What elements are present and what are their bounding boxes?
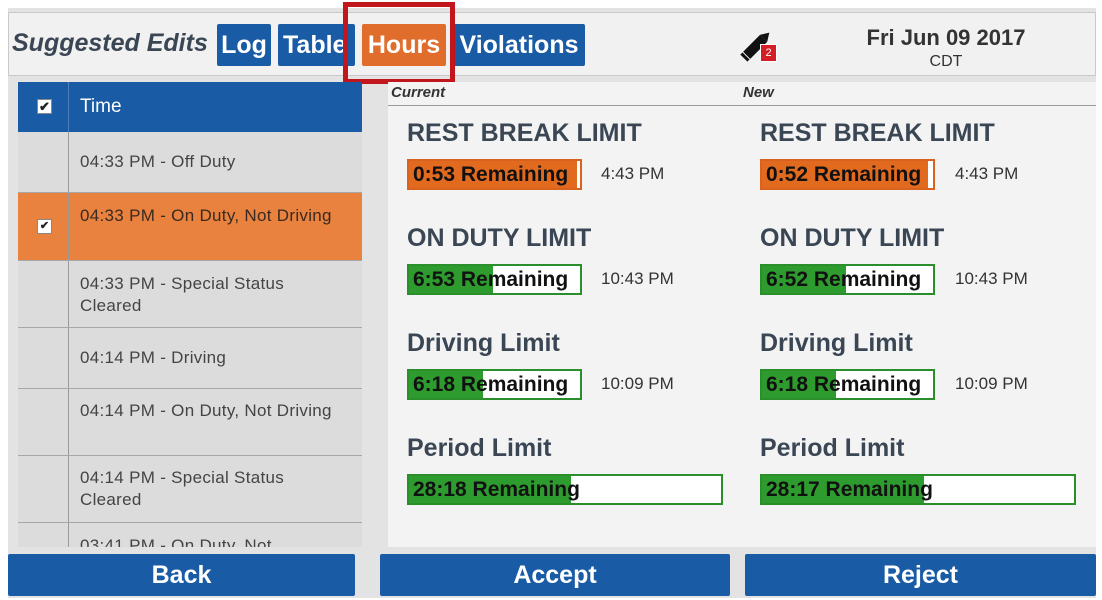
row-divider bbox=[68, 456, 69, 522]
limit-time: 10:43 PM bbox=[955, 269, 1028, 288]
list-item[interactable]: 04:14 PM - Driving bbox=[18, 328, 362, 389]
list-item[interactable]: 04:33 PM - Off Duty bbox=[18, 132, 362, 193]
highlight-box bbox=[343, 2, 455, 84]
edit-count-badge: 2 bbox=[760, 44, 777, 62]
limit-time: 10:09 PM bbox=[601, 374, 674, 393]
limit-bar: 6:18 Remaining bbox=[760, 369, 935, 400]
row-checkbox[interactable]: ✔ bbox=[37, 219, 52, 234]
limit-bar-label: 6:53 Remaining bbox=[413, 268, 569, 291]
event-list: ✔ Time 04:33 PM - Off Duty ✔ 04:33 PM - … bbox=[18, 82, 362, 547]
column-divider bbox=[68, 82, 69, 132]
list-item-label: 04:33 PM - Special Status Cleared bbox=[80, 274, 285, 315]
limit-bar-label: 6:52 Remaining bbox=[766, 268, 922, 291]
list-header: ✔ Time bbox=[18, 82, 362, 132]
new-column-label: New bbox=[743, 84, 774, 101]
list-item-selected[interactable]: ✔ 04:33 PM - On Duty, Not Driving bbox=[18, 193, 362, 261]
list-item-label: 04:33 PM - Off Duty bbox=[80, 152, 236, 171]
limit-bar: 6:52 Remaining bbox=[760, 264, 935, 295]
limit-bar-label: 0:52 Remaining bbox=[766, 163, 922, 186]
accept-button[interactable]: Accept bbox=[380, 554, 730, 596]
limit-time: 10:09 PM bbox=[955, 374, 1028, 393]
list-item-label: 04:14 PM - Driving bbox=[80, 348, 227, 367]
limit-bar: 6:53 Remaining bbox=[407, 264, 582, 295]
limit-bar-label: 0:53 Remaining bbox=[413, 163, 569, 186]
limit-title: REST BREAK LIMIT bbox=[407, 119, 642, 147]
reject-button[interactable]: Reject bbox=[745, 554, 1096, 596]
limit-title: Period Limit bbox=[407, 434, 552, 462]
list-item-label: 04:33 PM - On Duty, Not Driving bbox=[80, 206, 332, 225]
limit-bar-label: 6:18 Remaining bbox=[766, 373, 922, 396]
limit-title: ON DUTY LIMIT bbox=[407, 224, 592, 252]
limit-title: Driving Limit bbox=[407, 329, 560, 357]
limit-bar: 6:18 Remaining bbox=[407, 369, 582, 400]
limit-bar: 0:52 Remaining bbox=[760, 159, 935, 190]
row-divider bbox=[68, 132, 69, 192]
time-column-header[interactable]: Time bbox=[80, 96, 122, 118]
limit-bar: 28:17 Remaining bbox=[760, 474, 1076, 505]
list-item[interactable]: 04:14 PM - Special Status Cleared bbox=[18, 456, 362, 523]
row-divider bbox=[68, 389, 69, 455]
limit-title: REST BREAK LIMIT bbox=[760, 119, 995, 147]
column-rule bbox=[388, 105, 1096, 106]
list-item[interactable]: 04:33 PM - Special Status Cleared bbox=[18, 261, 362, 328]
limit-bar-label: 6:18 Remaining bbox=[413, 373, 569, 396]
list-item[interactable]: 04:14 PM - On Duty, Not Driving bbox=[18, 389, 362, 456]
row-divider bbox=[68, 523, 69, 547]
back-button[interactable]: Back bbox=[8, 554, 355, 596]
list-item-label: 03:41 PM - On Duty, Not bbox=[80, 536, 272, 547]
limit-time: 10:43 PM bbox=[601, 269, 674, 288]
list-item-label: 04:14 PM - On Duty, Not Driving bbox=[80, 401, 332, 420]
limit-title: Driving Limit bbox=[760, 329, 913, 357]
timezone-label: CDT bbox=[929, 53, 963, 70]
tab-violations[interactable]: Violations bbox=[453, 24, 585, 66]
page-title: Suggested Edits bbox=[12, 29, 208, 57]
limit-bar: 0:53 Remaining bbox=[407, 159, 582, 190]
limit-bar: 28:18 Remaining bbox=[407, 474, 723, 505]
hours-panel: Current New REST BREAK LIMIT 0:53 Remain… bbox=[388, 82, 1096, 547]
date-label: Fri Jun 09 2017 bbox=[866, 25, 1026, 50]
limit-bar-label: 28:17 Remaining bbox=[766, 478, 933, 501]
limit-time: 4:43 PM bbox=[601, 164, 665, 183]
select-all-checkbox[interactable]: ✔ bbox=[37, 99, 52, 114]
list-item-label: 04:14 PM - Special Status Cleared bbox=[80, 468, 285, 509]
limit-title: Period Limit bbox=[760, 434, 905, 462]
limit-bar-label: 28:18 Remaining bbox=[413, 478, 580, 501]
row-divider bbox=[68, 328, 69, 388]
list-item[interactable]: 03:41 PM - On Duty, Not bbox=[18, 523, 362, 547]
row-divider bbox=[68, 261, 69, 327]
current-column-label: Current bbox=[391, 84, 446, 101]
limit-title: ON DUTY LIMIT bbox=[760, 224, 945, 252]
row-divider bbox=[68, 193, 69, 260]
tab-log[interactable]: Log bbox=[217, 24, 271, 66]
limit-time: 4:43 PM bbox=[955, 164, 1019, 183]
